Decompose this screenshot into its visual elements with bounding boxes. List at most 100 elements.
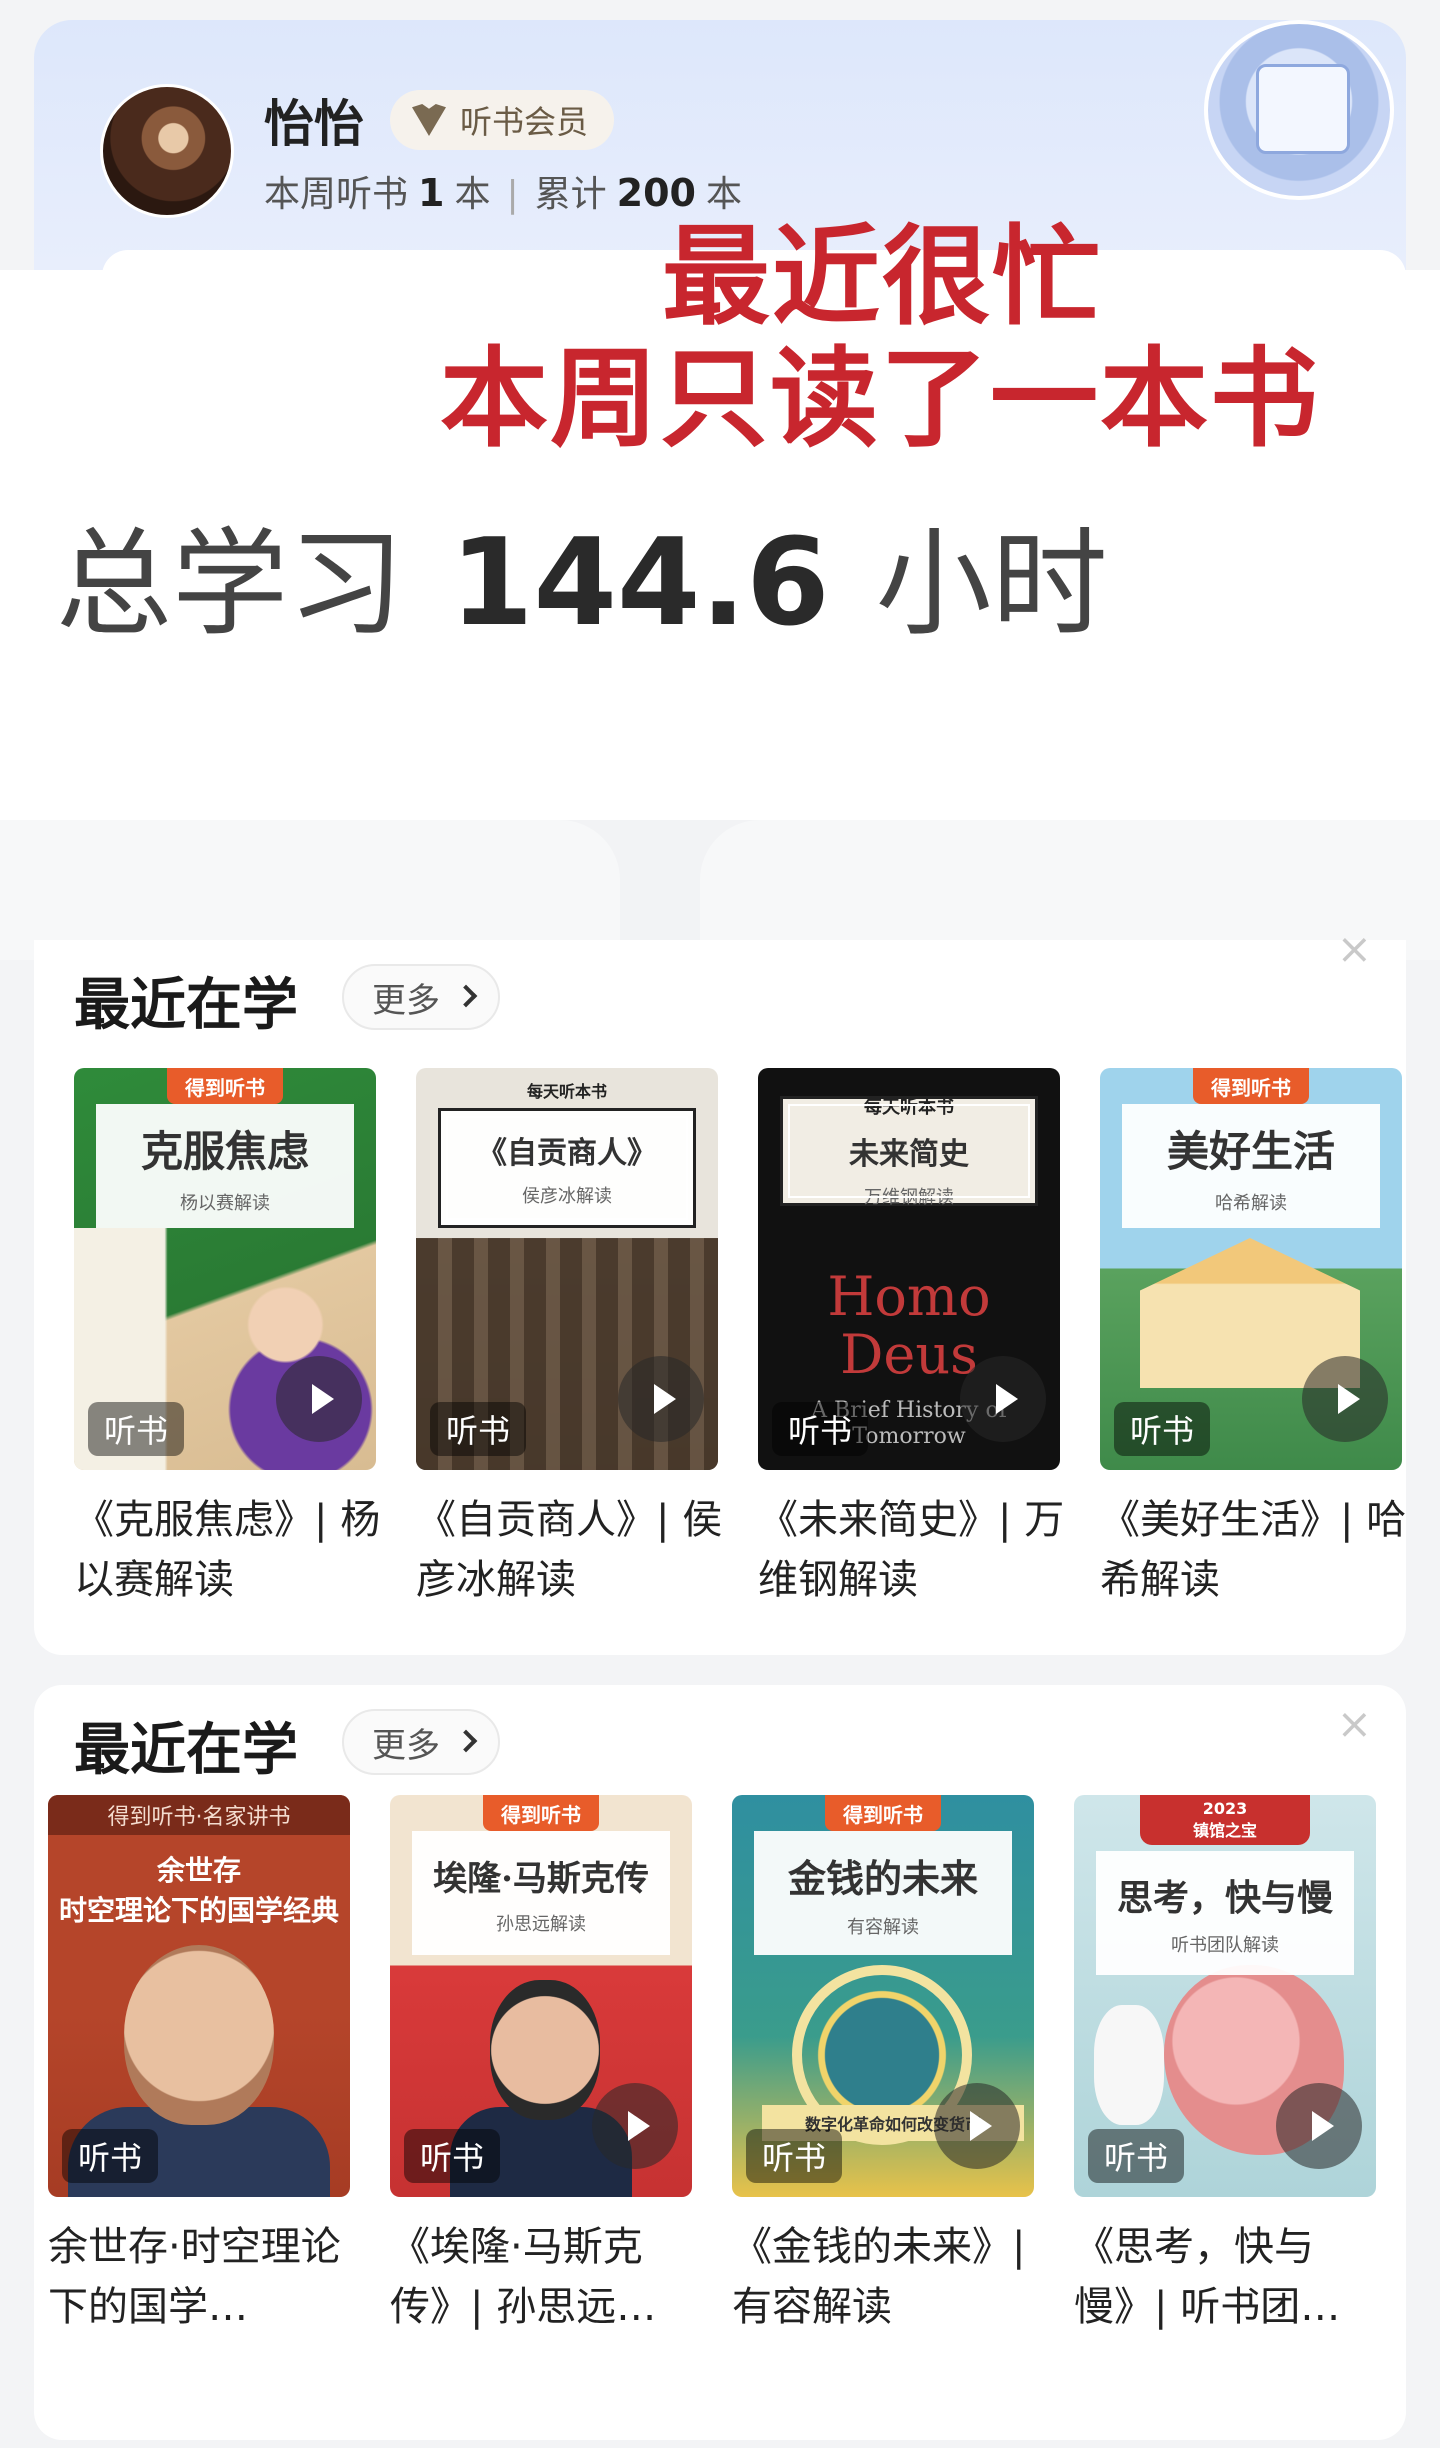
award-label: 镇馆之宝 [1192,1821,1257,1840]
cover-headline-1: 余世存 [156,1854,241,1887]
book-title[interactable]: 《思考，快与慢》| 听书团… [1074,2217,1384,2337]
book-cover[interactable]: 数字化革命如何改变货币 金钱的未来 有容解读 得到听书 听书 [732,1795,1034,2197]
book-title[interactable]: 《金钱的未来》| 有容解读 [732,2217,1042,2337]
book-title[interactable]: 《未来简史》| 万维钢解读 [758,1490,1068,1610]
cover-title-box: 金钱的未来 有容解读 [754,1831,1012,1955]
play-icon[interactable] [276,1356,362,1442]
cover-headline-2: 时空理论下的国学经典 [58,1894,339,1927]
book-cover[interactable]: 克服焦虑 杨以赛解读 得到听书 听书 [74,1068,376,1470]
book-title[interactable]: 《自贡商人》| 侯彦冰解读 [416,1490,726,1610]
study-total: 总学习 144.6 小时 [56,490,1108,658]
close-icon[interactable]: × [1337,1703,1372,1745]
book-title[interactable]: 《埃隆·马斯克传》| 孙思远… [390,2217,700,2337]
cover-title: 美好生活 [1166,1126,1335,1176]
book-row: 克服焦虑 杨以赛解读 得到听书 听书 《克服焦虑》| 杨以赛解读 每天听本书 《… [74,1068,1406,1628]
more-label: 更多 [372,980,440,1021]
book-title[interactable]: 《美好生活》| 哈希解读 [1100,1490,1410,1610]
cover-brand: 每天听本书 [526,1082,607,1101]
listen-tag: 听书 [404,2129,501,2183]
cover-brand: 得到听书·名家讲书 [48,1795,350,1835]
book-cover[interactable]: 埃隆·马斯克传 孙思远解读 得到听书 听书 [390,1795,692,2197]
book-cover[interactable]: 思考，快与慢 听书团队解读 2023 镇馆之宝 听书 [1074,1795,1376,2197]
cover-subtitle: 孙思远解读 [496,1913,586,1935]
cover-brand: 得到听书 [483,1795,599,1831]
cover-title: 思考，快与慢 [1116,1877,1333,1919]
cover-title-box: 美好生活 哈希解读 [1122,1104,1380,1228]
recent-learning-section-2: 最近在学 更多 × 得到听书·名家讲书 余世存 时空理论下的国学经典 听书 余世… [34,1685,1406,2440]
cover-brand: 得到听书 [167,1068,283,1104]
ghost-card-right [700,820,1440,960]
cover-title-box: 克服焦虑 杨以赛解读 [96,1104,354,1228]
cover-title-box: 埃隆·马斯克传 孙思远解读 [412,1831,670,1955]
vip-diamond-icon [412,104,446,136]
cover-title: 克服焦虑 [140,1126,309,1176]
play-icon[interactable] [960,1356,1046,1442]
play-icon[interactable] [1276,2083,1362,2169]
recent-learning-section-1: 最近在学 更多 × 克服焦虑 杨以赛解读 得到听书 听书 《克服焦虑》| 杨以赛… [34,928,1406,1655]
cover-headline: 余世存 时空理论下的国学经典 [48,1851,350,1931]
play-icon[interactable] [934,2083,1020,2169]
book-cover[interactable]: 得到听书·名家讲书 余世存 时空理论下的国学经典 听书 [48,1795,350,2197]
portrait-face [490,1980,600,2120]
listen-tag: 听书 [772,1402,869,1456]
study-total-prefix: 总学习 [56,517,404,652]
book-card[interactable]: 得到听书·名家讲书 余世存 时空理论下的国学经典 听书 余世存·时空理论下的国学… [48,1795,350,2337]
book-cover[interactable]: 每天听本书 未来简史 万维钢解读 Homo Deus A Brief Histo… [758,1068,1060,1470]
more-button[interactable]: 更多 [342,1709,500,1775]
rabbit-illustration [1094,2005,1164,2125]
book-card[interactable]: 数字化革命如何改变货币 金钱的未来 有容解读 得到听书 听书 《金钱的未来》| … [732,1795,1034,2337]
listen-tag: 听书 [62,2129,159,2183]
ghost-card-left [0,820,620,960]
member-badge[interactable]: 听书会员 [390,90,615,150]
study-total-value: 144.6 [450,514,830,653]
annotation-line-2: 本周只读了一本书 [440,337,1321,462]
award-year: 2023 [1202,1799,1248,1818]
cover-title-box: 每天听本书 未来简史 万维钢解读 [780,1096,1038,1208]
chevron-right-icon [454,1729,478,1753]
cover-subtitle: 有容解读 [847,1916,919,1938]
book-card[interactable]: 每天听本书 未来简史 万维钢解读 Homo Deus A Brief Histo… [758,1068,1064,1610]
more-button[interactable]: 更多 [342,964,500,1030]
cover-subtitle: 侯彦冰解读 [522,1186,612,1207]
cover-title-box: 《自贡商人》 侯彦冰解读 [438,1108,696,1228]
listen-tag: 听书 [430,1402,527,1456]
close-icon[interactable]: × [1337,928,1372,970]
member-badge-label: 听书会员 [460,103,589,141]
medal-badge[interactable] [1204,20,1394,200]
cover-subtitle: 听书团队解读 [1171,1935,1279,1956]
book-title[interactable]: 《克服焦虑》| 杨以赛解读 [74,1490,384,1610]
play-icon[interactable] [592,2083,678,2169]
book-cover[interactable]: 美好生活 哈希解读 得到听书 听书 [1100,1068,1402,1470]
cover-brand: 得到听书 [1193,1068,1309,1104]
scroll-icon [1256,64,1350,154]
book-card[interactable]: 每天听本书 《自贡商人》 侯彦冰解读 听书 《自贡商人》| 侯彦冰解读 [416,1068,722,1610]
book-card[interactable]: 克服焦虑 杨以赛解读 得到听书 听书 《克服焦虑》| 杨以赛解读 [74,1068,380,1610]
cover-title: 金钱的未来 [787,1855,978,1901]
book-card[interactable]: 埃隆·马斯克传 孙思远解读 得到听书 听书 《埃隆·马斯克传》| 孙思远… [390,1795,692,2337]
listen-tag: 听书 [88,1402,185,1456]
book-cover[interactable]: 每天听本书 《自贡商人》 侯彦冰解读 听书 [416,1068,718,1470]
section-title: 最近在学 [74,972,298,1038]
cover-brand: 每天听本书 [864,1097,954,1118]
listen-tag: 听书 [746,2129,843,2183]
book-title[interactable]: 余世存·时空理论下的国学… [48,2217,358,2337]
cover-brand: 得到听书 [825,1795,941,1831]
book-card[interactable]: 思考，快与慢 听书团队解读 2023 镇馆之宝 听书 《思考，快与慢》| 听书团… [1074,1795,1376,2337]
portrait-face [124,1945,274,2125]
chevron-right-icon [454,984,478,1008]
book-card[interactable]: 美好生活 哈希解读 得到听书 听书 《美好生活》| 哈希解读 [1100,1068,1406,1610]
user-name: 怡怡 [264,95,364,153]
section-title: 最近在学 [74,1717,298,1783]
cover-title: 未来简史 [849,1137,969,1172]
cover-title: 《自贡商人》 [477,1136,657,1171]
cover-subtitle: 哈希解读 [1215,1192,1287,1214]
more-label: 更多 [372,1725,440,1766]
play-icon[interactable] [1302,1356,1388,1442]
listen-tag: 听书 [1114,1402,1211,1456]
award-banner: 2023 镇馆之宝 [1140,1795,1310,1845]
cover-subtitle: 万维钢解读 [864,1187,954,1208]
listen-tag: 听书 [1088,2129,1185,2183]
study-total-unit: 小时 [875,517,1108,652]
cover-title: 埃隆·马斯克传 [433,1858,649,1899]
play-icon[interactable] [618,1356,704,1442]
